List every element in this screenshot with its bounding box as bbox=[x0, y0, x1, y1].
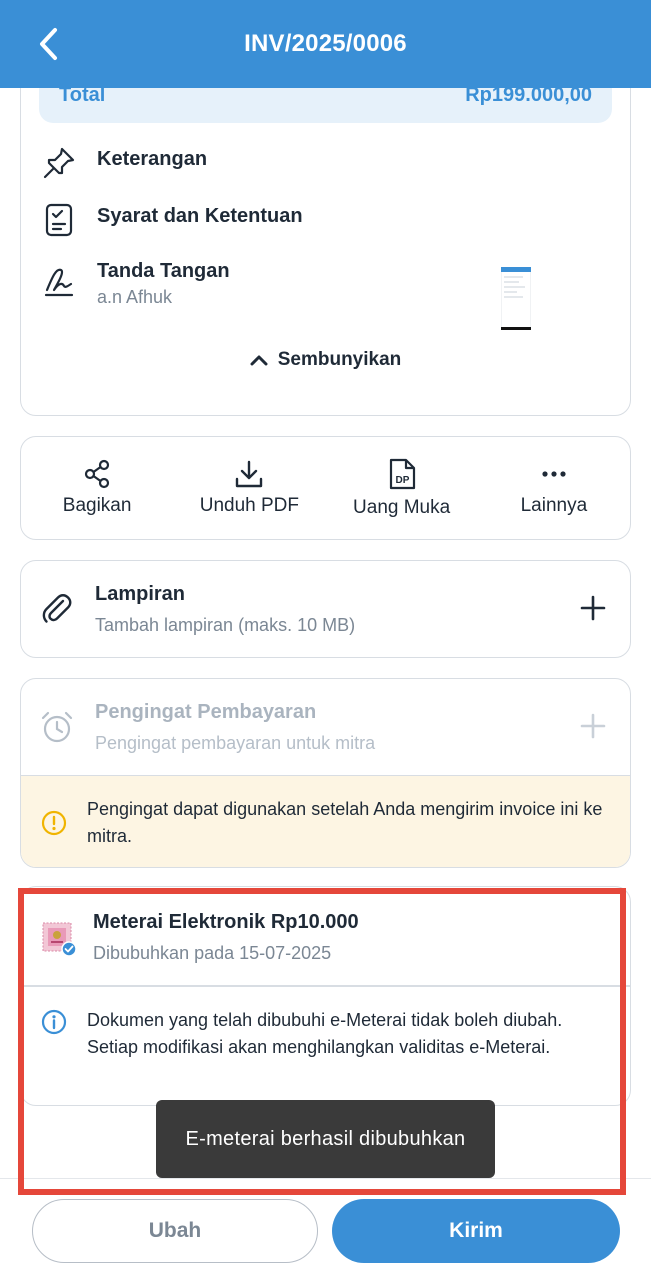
hide-label: Sembunyikan bbox=[277, 349, 402, 370]
edit-button[interactable]: Ubah bbox=[32, 1199, 318, 1263]
checklist-icon bbox=[41, 202, 77, 238]
download-pdf-action[interactable]: Unduh PDF bbox=[173, 437, 325, 539]
send-button[interactable]: Kirim bbox=[332, 1199, 620, 1263]
scroll-content[interactable]: Total Rp199.000,00 Keterangan Syarat dan… bbox=[0, 88, 651, 1178]
meterai-title: Meterai Elektronik Rp10.000 bbox=[93, 911, 359, 933]
signature-name: a.n Afhuk bbox=[97, 287, 173, 307]
payment-reminder-card: Pengingat Pembayaran Pengingat pembayara… bbox=[20, 678, 631, 868]
more-icon bbox=[542, 471, 566, 477]
pin-icon bbox=[41, 145, 77, 181]
add-attachment-button[interactable] bbox=[580, 595, 606, 621]
divider bbox=[21, 985, 630, 987]
dp-document-icon: DP bbox=[389, 458, 415, 490]
meterai-date: Dibubuhkan pada 15-07-2025 bbox=[93, 943, 332, 963]
toast-message: E-meterai berhasil dibubuhkan bbox=[156, 1100, 495, 1178]
download-icon bbox=[236, 460, 263, 488]
add-reminder-button bbox=[580, 713, 606, 739]
signature-item[interactable]: Tanda Tangan a.n Afhuk bbox=[41, 257, 230, 309]
meterai-card: Meterai Elektronik Rp10.000 Dibubuhkan p… bbox=[20, 886, 631, 1106]
total-row: Total Rp199.000,00 bbox=[39, 88, 612, 123]
down-payment-action[interactable]: DP Uang Muka bbox=[326, 437, 478, 539]
meterai-stamp-icon bbox=[42, 922, 77, 957]
bottom-action-bar: Ubah Kirim bbox=[0, 1178, 651, 1280]
reminder-title: Pengingat Pembayaran bbox=[95, 701, 317, 723]
share-label: Bagikan bbox=[62, 495, 132, 516]
attachment-card[interactable]: Lampiran Tambah lampiran (maks. 10 MB) bbox=[20, 560, 631, 658]
total-label: Total bbox=[59, 88, 106, 106]
attachment-subtitle: Tambah lampiran (maks. 10 MB) bbox=[95, 615, 356, 635]
share-icon bbox=[85, 459, 110, 489]
warning-text: Pengingat dapat digunakan setelah Anda m… bbox=[87, 799, 603, 846]
reminder-subtitle: Pengingat pembayaran untuk mitra bbox=[95, 733, 376, 753]
svg-text:DP: DP bbox=[395, 475, 409, 486]
meterai-info-text: Dokumen yang telah dibubuhi e-Meterai ti… bbox=[87, 1010, 563, 1057]
warning-icon bbox=[41, 810, 67, 836]
notes-item[interactable]: Keterangan bbox=[41, 145, 207, 181]
terms-item[interactable]: Syarat dan Ketentuan bbox=[41, 202, 303, 238]
total-value: Rp199.000,00 bbox=[465, 88, 592, 106]
chevron-up-icon bbox=[250, 355, 268, 366]
signature-label: Tanda Tangan bbox=[97, 260, 230, 282]
download-pdf-label: Unduh PDF bbox=[199, 495, 300, 516]
page-title: INV/2025/0006 bbox=[244, 30, 407, 57]
share-action[interactable]: Bagikan bbox=[21, 437, 173, 539]
more-action[interactable]: Lainnya bbox=[478, 437, 630, 539]
hide-button[interactable]: Sembunyikan bbox=[21, 349, 630, 371]
invoice-summary-card: Total Rp199.000,00 Keterangan Syarat dan… bbox=[20, 88, 631, 416]
signature-icon bbox=[41, 263, 77, 299]
back-button[interactable] bbox=[28, 24, 68, 64]
down-payment-label: Uang Muka bbox=[353, 497, 451, 518]
terms-label: Syarat dan Ketentuan bbox=[97, 205, 303, 227]
chevron-left-icon bbox=[40, 28, 57, 60]
reminder-warning: Pengingat dapat digunakan setelah Anda m… bbox=[21, 775, 630, 867]
invoice-detail-screen: INV/2025/0006 Total Rp199.000,00 Keteran… bbox=[0, 0, 651, 1280]
paperclip-icon bbox=[42, 594, 72, 623]
alarm-clock-icon bbox=[41, 711, 73, 743]
app-bar: INV/2025/0006 bbox=[0, 0, 651, 88]
more-label: Lainnya bbox=[520, 495, 588, 516]
info-icon bbox=[41, 1009, 67, 1035]
signature-thumbnail[interactable] bbox=[501, 267, 531, 331]
notes-label: Keterangan bbox=[97, 148, 208, 170]
attachment-title: Lampiran bbox=[95, 583, 186, 605]
actions-card: Bagikan Unduh PDF DP Uang Muka Lainnya bbox=[20, 436, 631, 540]
